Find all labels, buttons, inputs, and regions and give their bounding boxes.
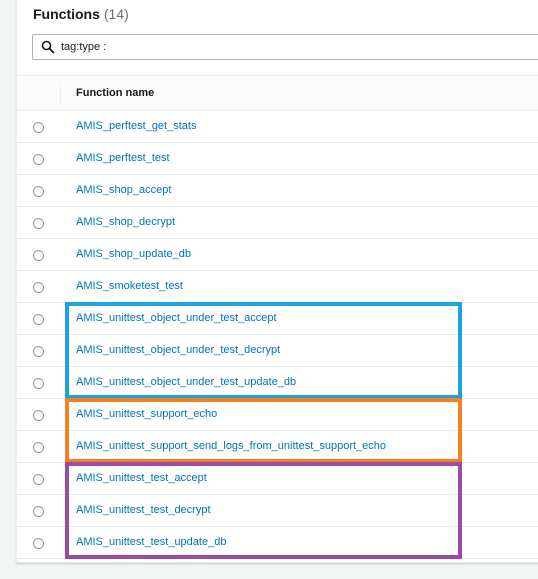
table-row[interactable]: AMIS_shop_accept bbox=[17, 175, 538, 207]
column-header-function-name[interactable]: Function name bbox=[76, 87, 154, 99]
row-radio-button[interactable] bbox=[33, 282, 44, 293]
function-name-link[interactable]: AMIS_shop_decrypt bbox=[76, 216, 175, 228]
function-name-link[interactable]: AMIS_unittest_test_update_db bbox=[76, 536, 226, 548]
row-radio-button[interactable] bbox=[33, 122, 44, 133]
row-radio-button[interactable] bbox=[33, 218, 44, 229]
table-row[interactable]: AMIS_unittest_test_update_db bbox=[17, 527, 538, 559]
function-name-link[interactable]: AMIS_unittest_support_send_logs_from_uni… bbox=[76, 440, 386, 452]
row-radio-button[interactable] bbox=[33, 186, 44, 197]
function-name-link[interactable]: AMIS_perftest_get_stats bbox=[76, 120, 196, 132]
functions-panel: Functions(14) Function name AMIS_perftes… bbox=[16, 0, 538, 563]
function-name-link[interactable]: AMIS_unittest_support_echo bbox=[76, 408, 217, 420]
table-row[interactable]: AMIS_unittest_test_accept bbox=[17, 463, 538, 495]
function-name-link[interactable]: AMIS_unittest_test_decrypt bbox=[76, 504, 211, 516]
row-radio-button[interactable] bbox=[33, 506, 44, 517]
row-radio-button[interactable] bbox=[33, 250, 44, 261]
column-divider bbox=[60, 86, 61, 102]
function-name-link[interactable]: AMIS_unittest_object_under_test_update_d… bbox=[76, 376, 296, 388]
table-row[interactable]: AMIS_smoketest_test bbox=[17, 271, 538, 303]
table-row[interactable]: AMIS_perftest_test bbox=[17, 143, 538, 175]
function-count: (14) bbox=[103, 6, 129, 22]
row-radio-button[interactable] bbox=[33, 538, 44, 549]
table-row[interactable]: AMIS_perftest_get_stats bbox=[17, 111, 538, 143]
table-header: Function name bbox=[17, 75, 538, 111]
table-row[interactable]: AMIS_unittest_object_under_test_accept bbox=[17, 303, 538, 335]
table-row[interactable]: AMIS_unittest_test_decrypt bbox=[17, 495, 538, 527]
title-text: Functions bbox=[33, 6, 100, 22]
row-radio-button[interactable] bbox=[33, 154, 44, 165]
row-radio-button[interactable] bbox=[33, 346, 44, 357]
function-name-link[interactable]: AMIS_unittest_object_under_test_decrypt bbox=[76, 344, 280, 356]
row-radio-button[interactable] bbox=[33, 378, 44, 389]
function-name-link[interactable]: AMIS_unittest_test_accept bbox=[76, 472, 207, 484]
search-icon bbox=[41, 40, 55, 54]
function-name-link[interactable]: AMIS_perftest_test bbox=[76, 152, 170, 164]
function-name-link[interactable]: AMIS_unittest_object_under_test_accept bbox=[76, 312, 277, 324]
row-radio-button[interactable] bbox=[33, 410, 44, 421]
page-title: Functions (14) bbox=[33, 6, 129, 22]
table-row[interactable]: AMIS_shop_decrypt bbox=[17, 207, 538, 239]
function-name-link[interactable]: AMIS_shop_accept bbox=[76, 184, 171, 196]
row-radio-button[interactable] bbox=[33, 474, 44, 485]
table-row[interactable]: AMIS_unittest_support_echo bbox=[17, 399, 538, 431]
row-radio-button[interactable] bbox=[33, 442, 44, 453]
function-name-link[interactable]: AMIS_smoketest_test bbox=[76, 280, 183, 292]
row-radio-button[interactable] bbox=[33, 314, 44, 325]
function-name-link[interactable]: AMIS_shop_update_db bbox=[76, 248, 191, 260]
search-box[interactable] bbox=[32, 34, 538, 60]
table-row[interactable]: AMIS_unittest_object_under_test_update_d… bbox=[17, 367, 538, 399]
table-row[interactable]: AMIS_unittest_object_under_test_decrypt bbox=[17, 335, 538, 367]
table-row[interactable]: AMIS_unittest_support_send_logs_from_uni… bbox=[17, 431, 538, 463]
search-input[interactable] bbox=[61, 38, 538, 56]
table-row[interactable]: AMIS_shop_update_db bbox=[17, 239, 538, 271]
